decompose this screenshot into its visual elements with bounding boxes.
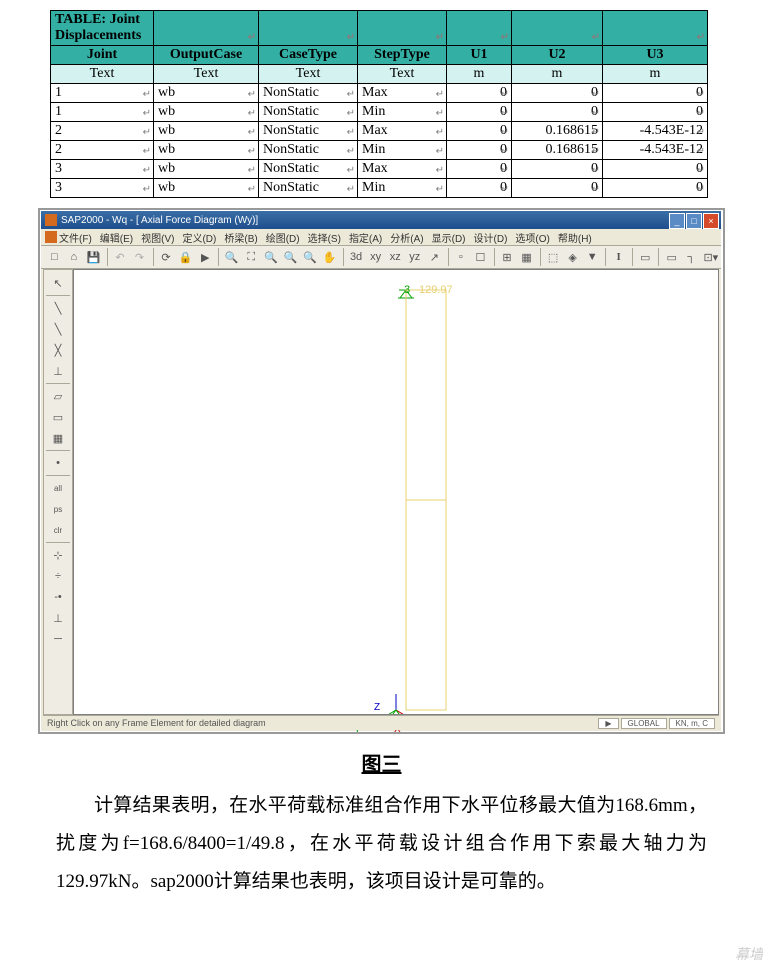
app-icon [45, 214, 57, 226]
menu-design[interactable]: 设计(D) [474, 230, 508, 245]
cut-icon[interactable]: ▭ [662, 247, 681, 267]
snap-line-icon[interactable]: ─ [48, 629, 68, 649]
table-row: 2↵wb↵NonStatic↵Max↵0↵0.168615↵-4.543E-12… [51, 122, 708, 141]
pointer-icon[interactable]: ↖ [48, 273, 68, 293]
snap-point-icon[interactable]: ⊹ [48, 545, 68, 565]
draw-joint-icon[interactable]: • [48, 453, 68, 473]
show-forces-icon[interactable]: ▼ [583, 247, 602, 267]
joint-icon[interactable]: ┐ [682, 247, 701, 267]
arrow-icon[interactable]: ▶ [598, 718, 618, 729]
table-units-row: Text Text Text Text m m m [51, 65, 708, 84]
table-header-row: Joint OutputCase CaseType StepType U1 U2… [51, 46, 708, 65]
draw-rect-icon[interactable]: ▭ [48, 407, 68, 427]
snap-end-icon[interactable]: -• [48, 587, 68, 607]
new-icon[interactable]: □ [45, 247, 64, 267]
redo-icon[interactable]: ↷ [130, 247, 149, 267]
zoom-full-icon[interactable]: ⛶ [242, 247, 261, 267]
show-deformed-icon[interactable]: ◈ [563, 247, 582, 267]
pan-icon[interactable]: ✋ [320, 247, 339, 267]
menu-help[interactable]: 帮助(H) [558, 230, 592, 245]
menu-bridge[interactable]: 桥梁(B) [224, 230, 257, 245]
sap2000-figure: SAP2000 - Wq - [ Axial Force Diagram (Wy… [38, 208, 725, 734]
assign-frame-icon[interactable]: ⊞ [498, 247, 517, 267]
table-row: 2↵wb↵NonStatic↵Min↵0↵0.168615↵-4.543E-12… [51, 141, 708, 160]
menu-options[interactable]: 选项(O) [515, 230, 549, 245]
menu-file[interactable]: 文件(F) [59, 230, 92, 245]
show-undeformed-icon[interactable]: ⬚ [544, 247, 563, 267]
zoom-rubber-icon[interactable]: 🔍 [222, 247, 241, 267]
save-icon[interactable]: 💾 [84, 247, 103, 267]
yz-icon[interactable]: yz [406, 247, 425, 267]
menu-view[interactable]: 视图(V) [141, 230, 174, 245]
draw-quick-frame-icon[interactable]: ╲ [48, 319, 68, 339]
menu-assign[interactable]: 指定(A) [349, 230, 382, 245]
window-titlebar: SAP2000 - Wq - [ Axial Force Diagram (Wy… [41, 211, 721, 229]
menubar[interactable]: 文件(F) 编辑(E) 视图(V) 定义(D) 桥梁(B) 绘图(D) 选择(S… [41, 229, 721, 246]
snap-intersect-icon[interactable]: ⊥ [48, 608, 68, 628]
coord-system-combo[interactable]: GLOBAL [621, 718, 667, 729]
body-paragraph: 计算结果表明，在水平荷载标准组合作用下水平位移最大值为168.6mm，扰度为f=… [56, 787, 707, 901]
menu-define[interactable]: 定义(D) [182, 230, 216, 245]
perspective-icon[interactable]: ↗ [425, 247, 444, 267]
joint-displacement-table: TABLE: Joint Displacements ↵ ↵ ↵ ↵ ↵ ↵ J… [50, 10, 708, 198]
xz-icon[interactable]: xz [386, 247, 405, 267]
axis-z-label: Z [374, 702, 380, 713]
run-icon[interactable]: ▶ [196, 247, 215, 267]
lock-icon[interactable]: 🔒 [176, 247, 195, 267]
menu-draw[interactable]: 绘图(D) [266, 230, 300, 245]
xy-icon[interactable]: xy [366, 247, 385, 267]
assign-shell-icon[interactable]: ▦ [517, 247, 536, 267]
table-row: 3↵wb↵NonStatic↵Max↵0↵0↵0↵ [51, 160, 708, 179]
table-row: 1↵wb↵NonStatic↵Max↵0↵0↵0↵ [51, 84, 708, 103]
close-button[interactable]: × [703, 213, 719, 229]
section-icon[interactable]: ▭ [636, 247, 655, 267]
obj-shrink-icon[interactable]: ▫ [452, 247, 471, 267]
zoom-prev-icon[interactable]: 🔍 [262, 247, 281, 267]
draw-area-icon[interactable]: ▱ [48, 386, 68, 406]
draw-quick-area-icon[interactable]: ▦ [48, 428, 68, 448]
snap-mid-icon[interactable]: ÷ [48, 566, 68, 586]
undo-icon[interactable]: ↶ [111, 247, 130, 267]
maximize-button[interactable]: □ [686, 213, 702, 229]
select-all-icon[interactable]: all [48, 478, 68, 498]
refresh-icon[interactable]: ⟳ [157, 247, 176, 267]
menu-edit[interactable]: 编辑(E) [100, 230, 133, 245]
figure-caption: 图三 [0, 748, 763, 777]
watermark: 幕墙 [735, 944, 763, 964]
model-canvas[interactable]: 3 129.97 Y Z X [73, 269, 719, 715]
menu-display[interactable]: 显示(D) [432, 230, 466, 245]
toolbar: □ ⌂ 💾 ↶ ↷ ⟳ 🔒 ▶ 🔍 ⛶ 🔍 🔍 🔍 ✋ 3d xy xz yz … [41, 246, 721, 269]
draw-secondary-icon[interactable]: ⊥ [48, 361, 68, 381]
table-row: 3↵wb↵NonStatic↵Min↵0↵0↵0↵ [51, 179, 708, 198]
select-prev-icon[interactable]: ps [48, 499, 68, 519]
info-icon[interactable]: I [609, 247, 628, 267]
zoom-out-icon[interactable]: 🔍 [301, 247, 320, 267]
window-title: SAP2000 - Wq - [ Axial Force Diagram (Wy… [61, 215, 258, 226]
table-title-cell: TABLE: Joint Displacements [51, 11, 154, 46]
units-combo[interactable]: KN, m, C [669, 718, 715, 729]
zoom-in-icon[interactable]: 🔍 [281, 247, 300, 267]
group-icon[interactable]: ⊡▾ [702, 247, 721, 267]
table-row: 1↵wb↵NonStatic↵Min↵0↵0↵0↵ [51, 103, 708, 122]
left-toolbar: ↖ ╲ ╲ ╳ ⊥ ▱ ▭ ▦ • all ps clr ⊹ ÷ -• ⊥ ─ [43, 269, 73, 715]
app-icon [45, 231, 57, 243]
set-elements-icon[interactable]: ☐ [471, 247, 490, 267]
3d-icon[interactable]: 3d [347, 247, 366, 267]
draw-brace-icon[interactable]: ╳ [48, 340, 68, 360]
node-label: 3 [404, 284, 410, 296]
menu-analyze[interactable]: 分析(A) [390, 230, 423, 245]
open-icon[interactable]: ⌂ [65, 247, 84, 267]
statusbar: Right Click on any Frame Element for det… [43, 715, 719, 730]
status-hint: Right Click on any Frame Element for det… [47, 718, 266, 728]
menu-select[interactable]: 选择(S) [308, 230, 341, 245]
clear-select-icon[interactable]: clr [48, 520, 68, 540]
force-value-label: 129.97 [419, 284, 453, 296]
minimize-button[interactable]: _ [669, 213, 685, 229]
draw-frame-icon[interactable]: ╲ [48, 298, 68, 318]
